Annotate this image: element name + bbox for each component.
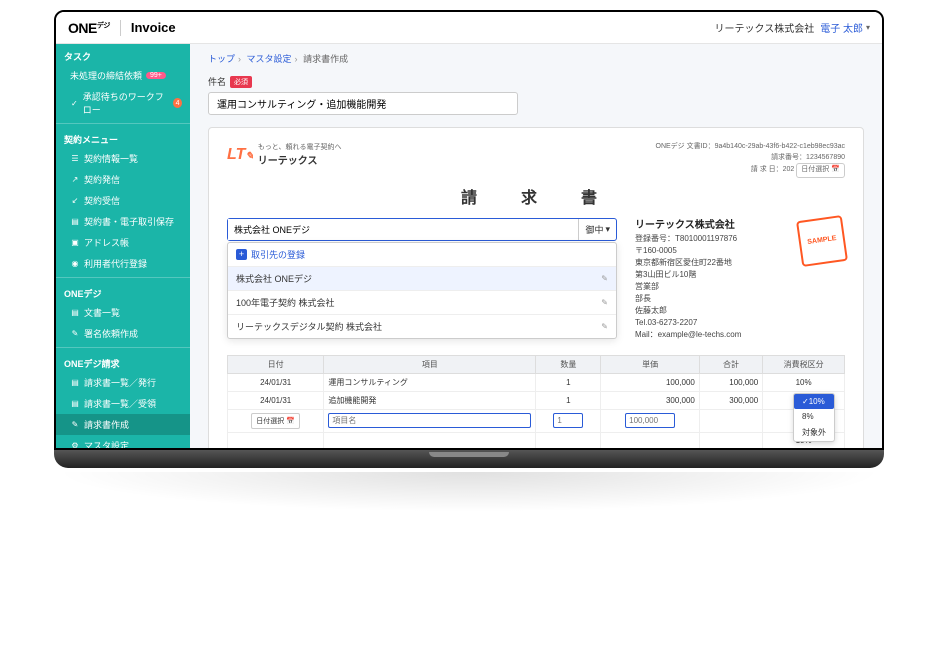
subject-label: 件名 — [208, 75, 226, 88]
badge-count: 99+ — [146, 72, 166, 79]
sidebar-item-address[interactable]: ▣アドレス帳 — [56, 232, 190, 253]
file-icon: ▤ — [70, 217, 80, 227]
col-date: 日付 — [228, 355, 324, 373]
plus-icon: + — [236, 249, 247, 260]
client-select[interactable]: 御中▾ — [227, 218, 617, 241]
price-input[interactable] — [625, 413, 675, 428]
client-dropdown: +取引先の登録 株式会社 ONEデジ✎ 100年電子契約 株式会社✎ リーテック… — [227, 242, 617, 339]
sidebar-item-send[interactable]: ↗契約発信 — [56, 169, 190, 190]
issuer-logo: LT✎ もっと、頼れる電子契約へ リーテックス — [227, 142, 341, 167]
line-items-table: 日付 項目 数量 単価 合計 消費税区分 24/01/31運用コンサルティング1… — [227, 355, 845, 449]
table-row: 10% — [228, 432, 845, 448]
add-client-button[interactable]: +取引先の登録 — [228, 243, 616, 266]
tax-option-8[interactable]: 8% — [794, 409, 834, 424]
sidebar-item-pending[interactable]: 未処理の締結依頼99+ — [56, 65, 190, 86]
doc-icon: ▤ — [70, 378, 80, 388]
company-name: リーテックス株式会社 — [715, 20, 815, 35]
sidebar-section-task: タスク — [56, 44, 190, 65]
sidebar-section-invoice: ONEデジ請求 — [56, 351, 190, 372]
dropdown-item[interactable]: 100年電子契約 株式会社✎ — [228, 290, 616, 314]
doc-meta: ONEデジ 文書ID：9a4b140c-29ab-43f6-b422-c1eb9… — [656, 142, 846, 178]
tax-dropdown: ✓10% 8% 対象外 — [793, 393, 835, 442]
calendar-icon: 📅 — [286, 417, 295, 425]
app-name: Invoice — [131, 20, 176, 35]
edit-icon: ✎ — [70, 420, 80, 430]
doc-icon: ▤ — [70, 399, 80, 409]
sidebar-item-receive[interactable]: ↙契約受信 — [56, 190, 190, 211]
sidebar: タスク 未処理の締結依頼99+ ✓承認待ちのワークフロー4 契約メニュー ☰契約… — [56, 44, 190, 448]
logo: ONEデジ — [68, 20, 110, 36]
crumb-top[interactable]: トップ — [208, 54, 235, 64]
qty-input[interactable] — [553, 413, 583, 428]
col-tax: 消費税区分 — [763, 355, 845, 373]
sidebar-section-onedeji: ONEデジ — [56, 281, 190, 302]
breadcrumb: トップ› マスタ設定› 請求書作成 — [208, 52, 864, 65]
check-icon: ✓ — [70, 98, 79, 108]
sidebar-item-doclist[interactable]: ▤文書一覧 — [56, 302, 190, 323]
edit-icon[interactable]: ✎ — [601, 298, 608, 307]
col-qty: 数量 — [536, 355, 601, 373]
user-icon: ◉ — [70, 259, 80, 269]
receive-icon: ↙ — [70, 196, 80, 206]
date-picker-button[interactable]: 日付選択📅 — [251, 413, 300, 429]
main-content: トップ› マスタ設定› 請求書作成 件名 必須 LT✎ もっと、頼れる電子契約へ… — [190, 44, 882, 448]
sidebar-item-invoice-issue[interactable]: ▤請求書一覧／発行 — [56, 372, 190, 393]
chevron-down-icon: ▾ — [605, 224, 610, 235]
sidebar-section-contract: 契約メニュー — [56, 127, 190, 148]
send-icon: ↗ — [70, 175, 80, 185]
table-row[interactable]: 24/01/31運用コンサルティング1100,000100,00010% — [228, 373, 845, 391]
crumb-current: 請求書作成 — [303, 54, 348, 64]
sidebar-item-invoice-create[interactable]: ✎請求書作成 — [56, 414, 190, 435]
issuer-info: SAMPLE リーテックス株式会社 登録番号：T8010001197876〒16… — [635, 218, 845, 341]
sidebar-item-sign[interactable]: ✎署名依頼作成 — [56, 323, 190, 344]
sidebar-item-invoice-receive[interactable]: ▤請求書一覧／受領 — [56, 393, 190, 414]
edit-icon[interactable]: ✎ — [601, 274, 608, 283]
top-bar: ONEデジ Invoice リーテックス株式会社 電子 太郎 ▾ — [56, 12, 882, 44]
tax-option-10[interactable]: ✓10% — [794, 394, 834, 409]
subject-input[interactable] — [208, 92, 518, 115]
edit-icon[interactable]: ✎ — [601, 322, 608, 331]
tax-option-none[interactable]: 対象外 — [794, 424, 834, 441]
book-icon: ▣ — [70, 238, 80, 248]
sidebar-item-save[interactable]: ▤契約書・電子取引保存 — [56, 211, 190, 232]
required-badge: 必須 — [230, 76, 252, 88]
dropdown-item[interactable]: リーテックスデジタル契約 株式会社✎ — [228, 314, 616, 338]
sidebar-item-contract-list[interactable]: ☰契約情報一覧 — [56, 148, 190, 169]
item-input[interactable] — [328, 413, 531, 428]
doc-icon: ▤ — [70, 308, 80, 318]
doc-title: 請 求 書 — [227, 184, 845, 208]
sidebar-item-workflow[interactable]: ✓承認待ちのワークフロー4 — [56, 86, 190, 120]
sidebar-item-master[interactable]: ⚙マスタ設定 — [56, 435, 190, 448]
chevron-down-icon[interactable]: ▾ — [866, 23, 870, 32]
dropdown-item[interactable]: 株式会社 ONEデジ✎ — [228, 266, 616, 290]
user-menu[interactable]: 電子 太郎 — [820, 20, 863, 35]
sidebar-item-proxy[interactable]: ◉利用者代行登録 — [56, 253, 190, 274]
new-row: 日付選択📅 10% — [228, 409, 845, 432]
date-picker-button[interactable]: 日付選択📅 — [796, 163, 845, 178]
calendar-icon: 📅 — [831, 165, 840, 176]
suffix-dropdown[interactable]: 御中▾ — [578, 219, 616, 240]
col-total: 合計 — [699, 355, 762, 373]
col-price: 単価 — [601, 355, 699, 373]
crumb-master[interactable]: マスタ設定 — [247, 54, 292, 64]
seal-stamp: SAMPLE — [796, 215, 848, 267]
badge-count: 4 — [173, 98, 182, 108]
table-row[interactable]: 24/01/31追加機能開発1300,000300,00010% — [228, 391, 845, 409]
col-item: 項目 — [324, 355, 536, 373]
invoice-document: LT✎ もっと、頼れる電子契約へ リーテックス ONEデジ 文書ID：9a4b1… — [208, 127, 864, 448]
client-input[interactable] — [228, 219, 578, 240]
gear-icon: ⚙ — [70, 441, 80, 449]
pen-icon: ✎ — [70, 329, 80, 339]
list-icon: ☰ — [70, 154, 80, 164]
